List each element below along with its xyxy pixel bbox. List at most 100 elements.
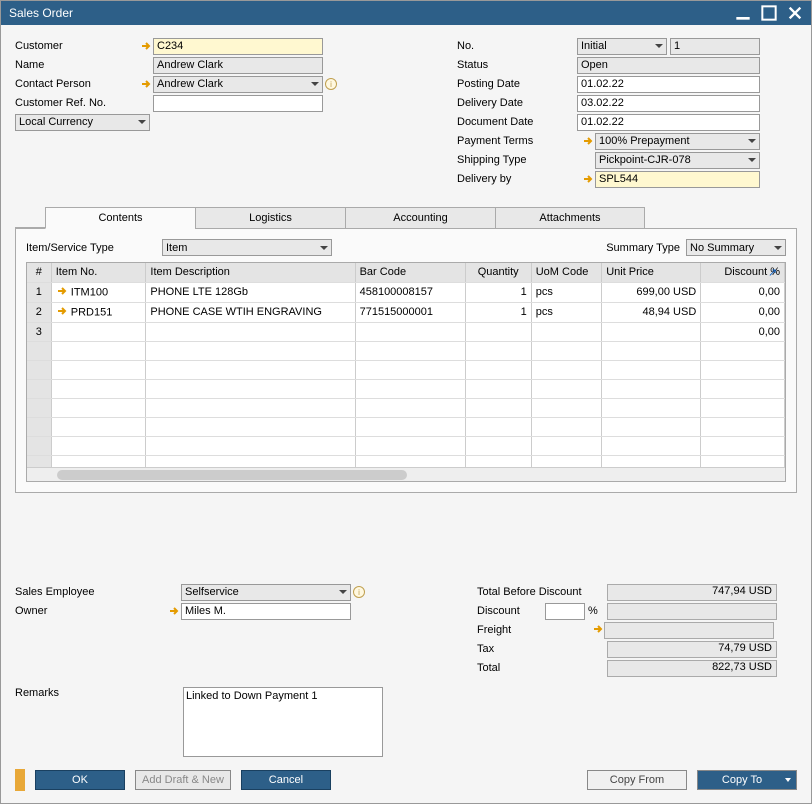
link-arrow-icon[interactable] xyxy=(139,77,153,91)
freight-label: Freight xyxy=(477,624,592,636)
sales-order-window: Sales Order Customer xyxy=(0,0,812,804)
delivery-by-label: Delivery by xyxy=(457,173,577,185)
link-arrow-icon[interactable] xyxy=(56,305,68,320)
status-label: Status xyxy=(457,59,577,71)
tax-label: Tax xyxy=(477,643,607,655)
col-qty[interactable]: Quantity xyxy=(465,263,531,282)
cell-barcode[interactable]: 771515000001 xyxy=(355,302,465,322)
cancel-button[interactable]: Cancel xyxy=(241,770,331,790)
table-row[interactable] xyxy=(27,436,785,455)
total-before-discount-value: 747,94 USD xyxy=(607,584,777,601)
delivery-date-field[interactable] xyxy=(577,95,760,112)
tab-attachments[interactable]: Attachments xyxy=(495,207,645,229)
customer-field[interactable] xyxy=(153,38,323,55)
contact-person-field[interactable] xyxy=(153,76,323,93)
cell-qty[interactable]: 1 xyxy=(465,302,531,322)
remarks-field[interactable] xyxy=(183,687,383,757)
cell-price[interactable]: 48,94 USD xyxy=(602,302,701,322)
cell-desc[interactable]: PHONE LTE 128Gb xyxy=(146,282,355,302)
tab-accounting[interactable]: Accounting xyxy=(345,207,495,229)
link-arrow-icon[interactable] xyxy=(581,134,595,148)
cell-itemno[interactable]: ITM100 xyxy=(51,282,146,302)
cell-uom[interactable]: pcs xyxy=(531,302,601,322)
cell-price[interactable]: 699,00 USD xyxy=(602,282,701,302)
discount-percent-field[interactable] xyxy=(545,603,585,620)
no-value-field[interactable] xyxy=(670,38,760,55)
copy-to-button[interactable]: Copy To xyxy=(697,770,797,790)
minimize-icon[interactable] xyxy=(735,5,751,21)
table-row[interactable]: 2 PRD151PHONE CASE WTIH ENGRAVING7715150… xyxy=(27,302,785,322)
shipping-type-select[interactable] xyxy=(595,152,760,169)
cell-uom[interactable] xyxy=(531,322,601,341)
posting-date-field[interactable] xyxy=(577,76,760,93)
delivery-by-field[interactable] xyxy=(595,171,760,188)
table-row[interactable] xyxy=(27,379,785,398)
tab-contents[interactable]: Contents xyxy=(45,207,195,229)
owner-label: Owner xyxy=(15,605,163,617)
table-row[interactable] xyxy=(27,360,785,379)
row-num: 2 xyxy=(27,302,51,322)
document-date-field[interactable] xyxy=(577,114,760,131)
cell-qty[interactable] xyxy=(465,322,531,341)
cell-desc[interactable]: PHONE CASE WTIH ENGRAVING xyxy=(146,302,355,322)
ok-button[interactable]: OK xyxy=(35,770,125,790)
table-row[interactable] xyxy=(27,341,785,360)
col-desc[interactable]: Item Description xyxy=(146,263,355,282)
link-arrow-icon[interactable] xyxy=(139,39,153,53)
window-controls xyxy=(735,5,803,21)
payment-terms-select[interactable] xyxy=(595,133,760,150)
cell-uom[interactable]: pcs xyxy=(531,282,601,302)
table-row[interactable]: 30,00 xyxy=(27,322,785,341)
payment-terms-label: Payment Terms xyxy=(457,135,577,147)
accent-stripe xyxy=(15,769,25,791)
item-service-type-select[interactable] xyxy=(162,239,332,256)
cell-desc[interactable] xyxy=(146,322,355,341)
cell-barcode[interactable]: 458100008157 xyxy=(355,282,465,302)
cell-discount[interactable]: 0,00 xyxy=(701,282,785,302)
col-num[interactable]: # xyxy=(27,263,51,282)
info-icon[interactable]: i xyxy=(353,586,365,598)
name-label: Name xyxy=(15,59,135,71)
cell-price[interactable] xyxy=(602,322,701,341)
contact-person-label: Contact Person xyxy=(15,78,135,90)
copy-from-button[interactable]: Copy From xyxy=(587,770,687,790)
add-draft-new-button: Add Draft & New xyxy=(135,770,231,790)
col-price[interactable]: Unit Price xyxy=(602,263,701,282)
close-icon[interactable] xyxy=(787,5,803,21)
cell-itemno[interactable]: PRD151 xyxy=(51,302,146,322)
info-icon[interactable]: i xyxy=(325,78,337,90)
line-items-grid[interactable]: ↗ # Item No. Item Description Bar Code xyxy=(26,262,786,482)
cell-itemno[interactable] xyxy=(51,322,146,341)
percent-sign: % xyxy=(585,605,607,617)
cell-discount[interactable]: 0,00 xyxy=(701,322,785,341)
link-arrow-icon[interactable] xyxy=(56,285,68,300)
link-arrow-icon[interactable] xyxy=(581,172,595,186)
table-row[interactable]: 1 ITM100PHONE LTE 128Gb4581000081571pcs6… xyxy=(27,282,785,302)
expand-grid-icon[interactable]: ↗ xyxy=(768,266,782,280)
currency-select[interactable] xyxy=(15,114,150,131)
table-row[interactable] xyxy=(27,398,785,417)
cell-barcode[interactable] xyxy=(355,322,465,341)
cell-qty[interactable]: 1 xyxy=(465,282,531,302)
col-itemno[interactable]: Item No. xyxy=(51,263,146,282)
link-arrow-icon[interactable] xyxy=(592,623,604,638)
table-row[interactable] xyxy=(27,417,785,436)
maximize-icon[interactable] xyxy=(761,5,777,21)
titlebar: Sales Order xyxy=(1,1,811,25)
remarks-label: Remarks xyxy=(15,687,183,757)
no-label: No. xyxy=(457,40,577,52)
row-num: 3 xyxy=(27,322,51,341)
owner-field[interactable] xyxy=(181,603,351,620)
summary-type-select[interactable] xyxy=(686,239,786,256)
no-series-select[interactable] xyxy=(577,38,667,55)
cell-discount[interactable]: 0,00 xyxy=(701,302,785,322)
sales-employee-select[interactable] xyxy=(181,584,351,601)
col-uom[interactable]: UoM Code xyxy=(531,263,601,282)
horizontal-scrollbar[interactable] xyxy=(27,467,785,481)
customer-ref-no-field[interactable] xyxy=(153,95,323,112)
tab-logistics[interactable]: Logistics xyxy=(195,207,345,229)
col-barcode[interactable]: Bar Code xyxy=(355,263,465,282)
link-arrow-icon[interactable] xyxy=(167,604,181,618)
discount-value xyxy=(607,603,777,620)
name-field[interactable] xyxy=(153,57,323,74)
